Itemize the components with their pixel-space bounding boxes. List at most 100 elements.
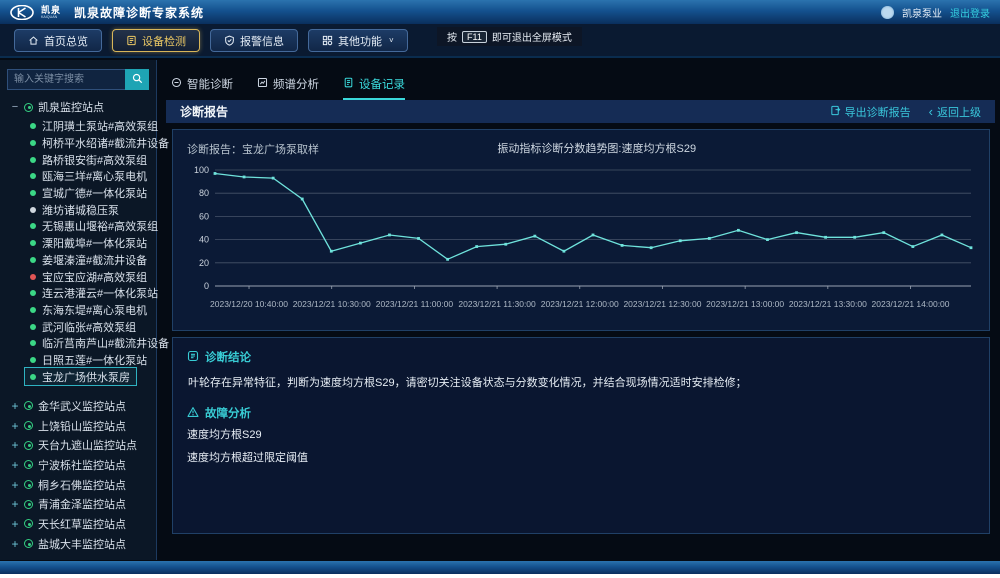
- tree-device-item[interactable]: 宝应宝应湖#高效泵组: [0, 268, 156, 285]
- result-panel: 诊断结论 叶轮存在异常特征，判断为速度均方根S29，请密切关注设备状态与分数变化…: [172, 337, 990, 534]
- expand-plus-icon[interactable]: +: [11, 497, 19, 511]
- station-label: 桐乡石佛监控站点: [38, 477, 126, 493]
- tree-device-item[interactable]: 溧阳戴埠#一体化泵站: [0, 235, 156, 252]
- tree-device-item[interactable]: 柯桥平水绍诸#截流井设备: [0, 135, 156, 152]
- nav-tabs: 首页总览 设备检测 报警信息其他功能˅: [14, 29, 408, 52]
- expand-plus-icon[interactable]: +: [11, 458, 19, 472]
- svg-text:20: 20: [199, 258, 209, 268]
- expand-plus-icon[interactable]: +: [11, 517, 19, 531]
- chevron-down-icon: ˅: [389, 36, 394, 45]
- tree-station-item[interactable]: +上饶铅山监控站点: [0, 416, 156, 436]
- tree-device-item[interactable]: 宝龙广场供水泵房: [25, 368, 136, 385]
- tab-1[interactable]: 智能诊断: [171, 73, 233, 100]
- search-icon: [132, 72, 143, 87]
- device-label: 临沂莒南芦山#截流井设备: [42, 335, 169, 351]
- station-target-icon: [24, 500, 33, 509]
- brand: 凯泉 KAIQUAN 凯泉故障诊断专家系统: [10, 4, 204, 21]
- avatar[interactable]: [881, 6, 894, 19]
- station-target-icon: [24, 421, 33, 430]
- tree-station-item[interactable]: +金华武义监控站点: [0, 396, 156, 416]
- device-label: 连云港灌云#一体化泵站: [42, 285, 158, 301]
- chart-title: 振动指标诊断分数趋势图:速度均方根S29: [497, 140, 696, 156]
- shield-check-icon: [224, 35, 235, 46]
- tree-device-item[interactable]: 宣城广德#一体化泵站: [0, 185, 156, 202]
- nav-item-2[interactable]: 设备检测: [112, 29, 200, 52]
- nav-item-1[interactable]: 首页总览: [14, 29, 102, 52]
- status-dot-green: [30, 190, 36, 196]
- nav-item-label: 设备检测: [142, 33, 186, 49]
- expand-plus-icon[interactable]: +: [11, 537, 19, 551]
- expand-plus-icon[interactable]: +: [11, 438, 19, 452]
- tree-station-item[interactable]: +盐城大丰监控站点: [0, 534, 156, 554]
- status-dot-green: [30, 257, 36, 263]
- tab-2[interactable]: 频谱分析: [257, 73, 319, 100]
- tree-device-item[interactable]: 武河临张#高效泵组: [0, 318, 156, 335]
- svg-text:60: 60: [199, 211, 209, 221]
- tree-device-item[interactable]: 日照五莲#一体化泵站: [0, 352, 156, 369]
- tree-station-item[interactable]: + 天长红草监控站点: [0, 514, 156, 534]
- logout-link[interactable]: 退出登录: [950, 5, 990, 20]
- tree-device-item[interactable]: 江阴璜土泵站#高效泵组: [0, 118, 156, 135]
- fullscreen-hint: 按 F11 即可退出全屏模式: [437, 27, 582, 46]
- search-input[interactable]: [7, 69, 125, 90]
- x-axis-label: 2023/12/21 12:00:00: [541, 299, 619, 309]
- logo-name: 凯泉: [41, 6, 61, 15]
- conclusion-section-title: 诊断结论: [187, 349, 975, 365]
- status-dot-green: [30, 374, 36, 380]
- tree-device-item[interactable]: 路桥银安街#高效泵组: [0, 151, 156, 168]
- fault-line: 速度均方根S29: [187, 427, 975, 444]
- hint-suffix: 即可退出全屏模式: [492, 29, 572, 44]
- device-label: 路桥银安街#高效泵组: [42, 152, 147, 168]
- tree-device-item[interactable]: 临沂莒南芦山#截流井设备: [0, 335, 156, 352]
- tree-device-item[interactable]: 东海东堤#离心泵电机: [0, 302, 156, 319]
- search-button[interactable]: [125, 69, 149, 90]
- x-axis-label: 2023/12/21 11:00:00: [376, 299, 453, 309]
- device-label: 瓯海三垟#离心泵电机: [42, 168, 147, 184]
- x-axis-label: 2023/12/21 12:30:00: [623, 299, 701, 309]
- tree-device-item[interactable]: 连云港灌云#一体化泵站: [0, 285, 156, 302]
- export-report-link[interactable]: 导出诊断报告: [830, 104, 911, 120]
- tree-station-item[interactable]: + 天台九遮山监控站点: [0, 435, 156, 455]
- tab-3[interactable]: 设备记录: [343, 73, 405, 100]
- status-dot-green: [30, 340, 36, 346]
- station-target-icon: [24, 519, 33, 528]
- fault-warning-icon: [187, 406, 199, 421]
- tab-label: 设备记录: [359, 76, 405, 92]
- nav-item-4[interactable]: 其他功能˅: [308, 29, 408, 52]
- back-label: 返回上级: [937, 104, 981, 120]
- status-dot-gray: [30, 207, 36, 213]
- export-icon: [830, 105, 841, 119]
- tree-device-item[interactable]: 姜堰溱潼#截流井设备: [0, 252, 156, 269]
- main-area: 智能诊断频谱分析设备记录 诊断报告 导出诊断报告 ‹ 返回上级 诊断报告：宝龙广…: [157, 60, 1000, 560]
- status-dot-green: [30, 157, 36, 163]
- tree-root-item[interactable]: − 凯泉监控站点: [0, 96, 156, 118]
- device-label: 日照五莲#一体化泵站: [42, 352, 147, 368]
- station-label: 天台九遮山监控站点: [38, 437, 137, 453]
- expand-plus-icon[interactable]: +: [11, 399, 19, 413]
- tree-device-item[interactable]: 瓯海三垟#离心泵电机: [0, 168, 156, 185]
- collapse-minus-icon[interactable]: −: [11, 101, 19, 113]
- status-dot-red: [30, 274, 36, 280]
- tree-station-item[interactable]: +宁波栎社监控站点: [0, 455, 156, 475]
- station-target-icon: [24, 480, 33, 489]
- circle-minus-icon: [171, 77, 182, 91]
- tree-device-item[interactable]: 潍坊诸城稳压泵: [0, 201, 156, 218]
- tree-station-item[interactable]: + 桐乡石佛监控站点: [0, 475, 156, 495]
- expand-plus-icon[interactable]: +: [11, 478, 19, 492]
- x-axis-label: 2023/12/21 13:30:00: [789, 299, 867, 309]
- station-target-icon: [24, 441, 33, 450]
- grid-icon: [322, 35, 333, 46]
- expand-plus-icon[interactable]: +: [11, 419, 19, 433]
- tree-station-item[interactable]: + 青浦金泽监控站点: [0, 494, 156, 514]
- status-dot-green: [30, 290, 36, 296]
- nav-item-3[interactable]: 报警信息: [210, 29, 298, 52]
- bottom-bar: [0, 561, 1000, 574]
- device-label: 东海东堤#离心泵电机: [42, 302, 147, 318]
- station-label: 天长红草监控站点: [38, 516, 126, 532]
- station-tree: − 凯泉监控站点 江阴璜土泵站#高效泵组柯桥平水绍诸#截流井设备路桥银安街#高效…: [0, 96, 156, 554]
- panel-header: 诊断报告 导出诊断报告 ‹ 返回上级: [166, 100, 995, 123]
- tree-device-item[interactable]: 无锡惠山堰裕#高效泵组: [0, 218, 156, 235]
- back-link[interactable]: ‹ 返回上级: [929, 104, 981, 120]
- station-target-icon: [24, 401, 33, 410]
- station-label: 青浦金泽监控站点: [38, 496, 126, 512]
